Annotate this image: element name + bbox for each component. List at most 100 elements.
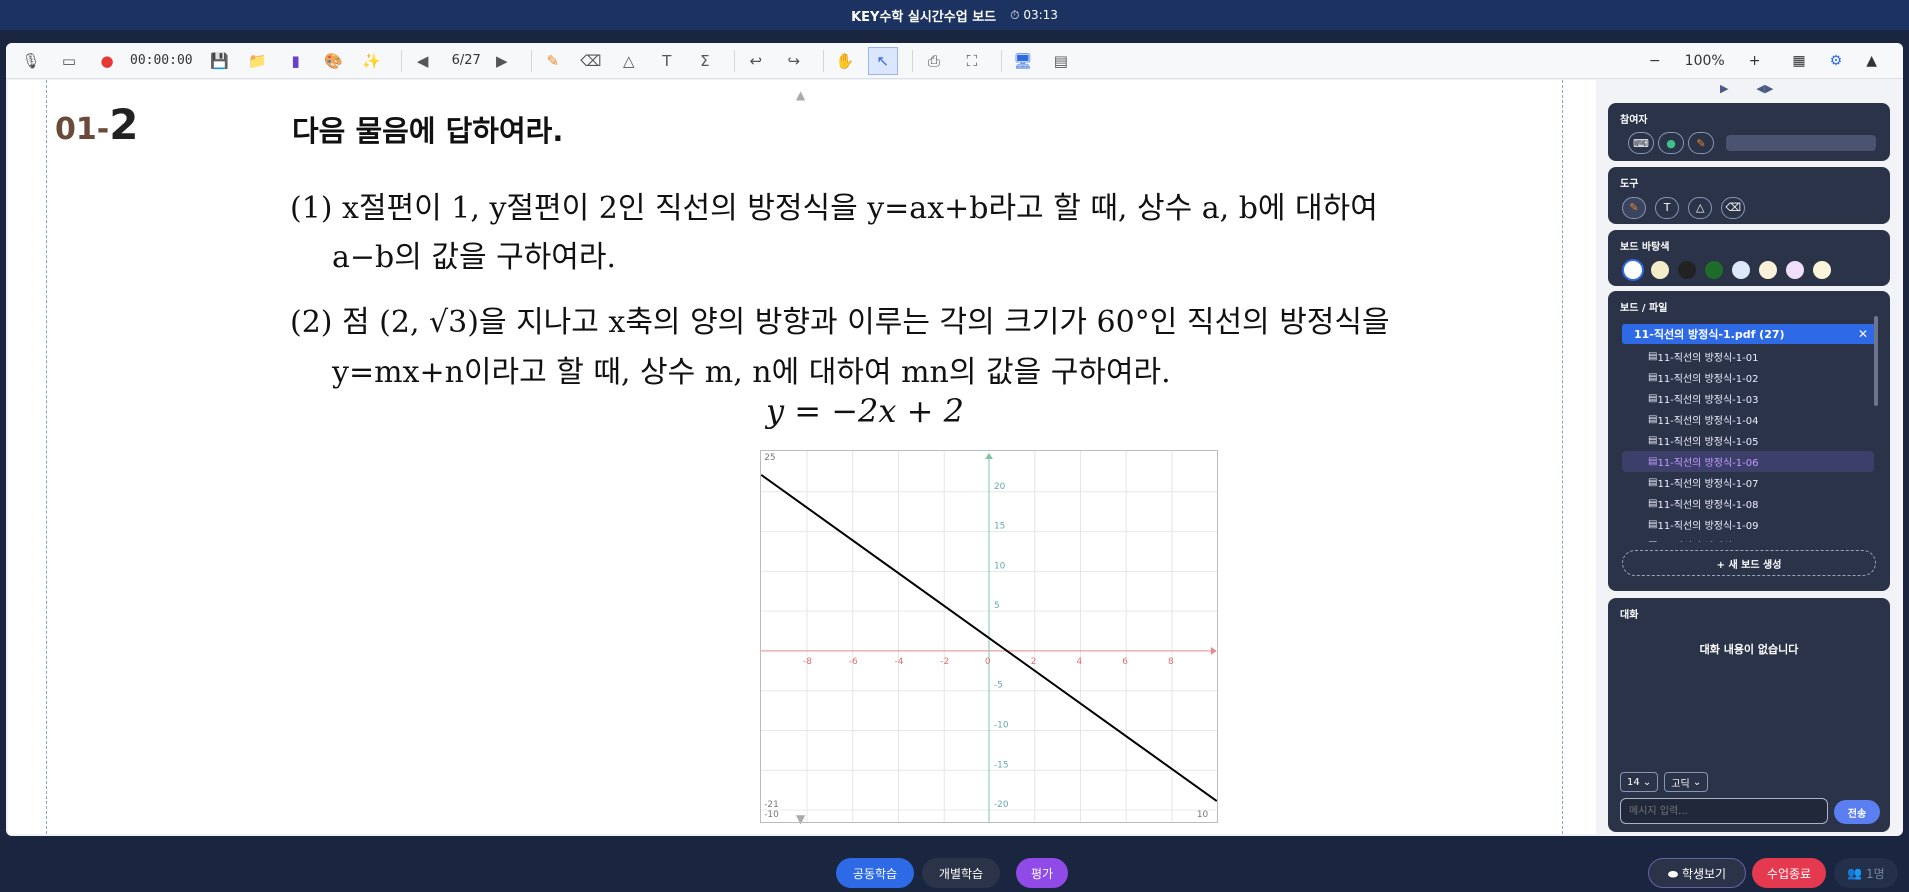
file-page-item[interactable]: ▤ 11-직선의 방정식-1-09 bbox=[1648, 514, 1890, 535]
x-tick-label: 0 bbox=[985, 657, 991, 667]
close-icon[interactable]: ✕ bbox=[1858, 327, 1868, 341]
graph-corner-br: 10 bbox=[1197, 810, 1209, 820]
file-page-label: 11-직선의 방정식-1-03 bbox=[1657, 395, 1759, 406]
file-page-item[interactable]: ▤ 11-직선의 방정식-1-07 bbox=[1648, 472, 1890, 493]
participant-count: 👥 1명 bbox=[1834, 858, 1898, 888]
magic-icon[interactable]: ✨ bbox=[357, 47, 387, 75]
bg-color-swatch[interactable] bbox=[1622, 259, 1644, 281]
file-page-item[interactable]: ▤ 11-직선의 방정식-1-08 bbox=[1648, 493, 1890, 514]
bg-color-swatch[interactable] bbox=[1730, 259, 1752, 281]
file-scrollbar[interactable] bbox=[1874, 316, 1878, 406]
bg-color-swatch[interactable] bbox=[1757, 259, 1779, 281]
file-page-item[interactable]: ▤ 11-직선의 방정식-1-04 bbox=[1648, 409, 1890, 430]
save-icon[interactable]: 💾 bbox=[205, 47, 235, 75]
session-timer: ⏱ 03:13 bbox=[1010, 7, 1058, 22]
zoom-in-button[interactable]: + bbox=[1749, 53, 1761, 69]
sigma-icon[interactable]: Σ bbox=[690, 47, 720, 75]
file-icon: ▤ bbox=[1648, 393, 1658, 404]
font-size-value: 14 bbox=[1627, 776, 1640, 788]
new-board-button[interactable]: + 새 보드 생성 bbox=[1622, 550, 1876, 576]
fullscreen-icon[interactable]: ⛶ bbox=[957, 47, 987, 75]
grid-icon[interactable]: ▦ bbox=[1792, 53, 1805, 69]
bg-color-swatch[interactable] bbox=[1649, 259, 1671, 281]
bg-color-swatch[interactable] bbox=[1811, 259, 1833, 281]
bg-color-swatch[interactable] bbox=[1784, 259, 1806, 281]
file-page-item[interactable]: ▤ 11-직선의 방정식-1-10 bbox=[1648, 535, 1890, 542]
font-family-select[interactable]: 고딕 ⌄ bbox=[1664, 772, 1709, 792]
text-tool-icon[interactable]: T bbox=[1655, 196, 1680, 219]
undo-icon[interactable]: ↩ bbox=[741, 47, 771, 75]
print-icon[interactable]: ⎙ bbox=[919, 47, 949, 75]
shape-icon[interactable]: △ bbox=[614, 47, 644, 75]
file-page-item[interactable]: ▤ 11-직선의 방정식-1-01 bbox=[1648, 346, 1890, 367]
file-icon: ▤ bbox=[1648, 414, 1658, 425]
y-tick-label: -10 bbox=[994, 721, 1009, 731]
font-size-select[interactable]: 14 ⌄ bbox=[1620, 772, 1659, 792]
settings-icon[interactable]: ⚙ bbox=[1830, 53, 1843, 69]
file-pdf-item[interactable]: 11-직선의 방정식-1.pdf (27) ✕ bbox=[1622, 324, 1876, 344]
file-page-item[interactable]: ▤ 11-직선의 방정식-1-03 bbox=[1648, 388, 1890, 409]
end-class-button[interactable]: 수업종료 bbox=[1752, 858, 1826, 888]
pen-small-icon[interactable]: ✎ bbox=[1688, 132, 1714, 154]
collapse-icon[interactable]: ▲ bbox=[1866, 53, 1877, 69]
margin-guide-right bbox=[1562, 80, 1563, 834]
chevron-down-icon: ⌄ bbox=[1689, 776, 1702, 788]
palette-icon[interactable]: 🎨 bbox=[319, 47, 349, 75]
file-page-label: 11-직선의 방정식-1-01 bbox=[1657, 353, 1759, 364]
mic-icon[interactable]: 🎙 bbox=[16, 47, 46, 75]
eraser-tool-icon[interactable]: ⌫ bbox=[1721, 196, 1746, 219]
app-title: KEY수학 실시간수업 보드 bbox=[851, 9, 997, 25]
chat-empty-message: 대화 내용이 없습니다 bbox=[1699, 643, 1799, 656]
redo-icon[interactable]: ↪ bbox=[779, 47, 809, 75]
file-icon: ▤ bbox=[1648, 456, 1658, 467]
file-page-item[interactable]: ▤ 11-직선의 방정식-1-02 bbox=[1648, 367, 1890, 388]
folder-icon[interactable]: 📁 bbox=[243, 47, 273, 75]
pointer-icon[interactable]: ↖ bbox=[867, 46, 898, 75]
scroll-up-icon[interactable]: ▲ bbox=[796, 88, 805, 102]
graph: -8 -6 -4 -2 0 2 4 6 8 2015105-5-10-15-20 25 -21 … bbox=[760, 450, 1218, 823]
x-tick-label: 4 bbox=[1077, 657, 1083, 667]
send-button[interactable]: 전송 bbox=[1834, 800, 1880, 824]
text-icon[interactable]: T bbox=[652, 47, 682, 75]
pen-icon[interactable]: ✎ bbox=[538, 47, 568, 75]
hand-icon[interactable]: ✋ bbox=[830, 47, 860, 75]
font-family-value: 고딕 bbox=[1671, 778, 1690, 790]
eraser-icon[interactable]: ⌫ bbox=[576, 47, 606, 75]
file-page-label: 11-직선의 방정식-1-04 bbox=[1657, 416, 1759, 427]
file-page-item[interactable]: ▤ 11-직선의 방정식-1-05 bbox=[1648, 430, 1890, 451]
screen-share-icon[interactable]: 🖥 bbox=[1008, 47, 1038, 75]
toolbar: 🎙 ▭ ● 00:00:00 💾 📁 ▮ 🎨 ✨ ◀ 6/27 ▶ ✎ ⌫ △ … bbox=[6, 43, 1903, 79]
camera-icon[interactable]: ▭ bbox=[54, 47, 84, 75]
question-2-line-2: y=mx+n이라고 할 때, 상수 m, n에 대하여 mn의 값을 구하여라. bbox=[332, 355, 1171, 390]
book-icon[interactable]: ▮ bbox=[281, 47, 311, 75]
zoom-out-button[interactable]: − bbox=[1649, 53, 1661, 69]
bg-color-swatch[interactable] bbox=[1703, 259, 1725, 281]
individual-learning-button[interactable]: 개별학습 bbox=[922, 858, 1000, 888]
bg-color-panel: 보드 바탕색 bbox=[1608, 230, 1890, 286]
student-view-button[interactable]: ⬬ 학생보기 bbox=[1648, 858, 1746, 888]
problem-number-prefix: 01- bbox=[55, 112, 110, 147]
next-page-icon[interactable]: ▶ bbox=[487, 47, 517, 75]
keyboard-icon[interactable]: ⌨ bbox=[1628, 132, 1654, 154]
pen-tool-icon[interactable]: ✎ bbox=[1622, 196, 1646, 219]
tools-heading: 도구 bbox=[1620, 179, 1639, 190]
chevron-down-icon: ⌄ bbox=[1639, 776, 1652, 788]
y-tick-label: 20 bbox=[994, 482, 1006, 492]
shape-tool-icon[interactable]: △ bbox=[1688, 196, 1713, 219]
file-icon: ▤ bbox=[1648, 540, 1657, 542]
page-indicator: 6/27 bbox=[451, 53, 481, 68]
prev-page-icon[interactable]: ◀ bbox=[408, 47, 438, 75]
capture-icon[interactable]: ▤ bbox=[1046, 47, 1076, 75]
chat-input[interactable] bbox=[1620, 798, 1828, 824]
problem-number-main: 2 bbox=[109, 100, 139, 149]
users-icon: 👥 bbox=[1847, 866, 1867, 880]
file-page-item[interactable]: ▤ 11-직선의 방정식-1-06 bbox=[1622, 451, 1874, 472]
sidebar-toggle[interactable]: ▶ ◀▶ bbox=[1720, 82, 1773, 95]
file-page-label: 11-직선의 방정식-1-02 bbox=[1657, 374, 1759, 385]
record-icon[interactable]: ● bbox=[92, 47, 122, 75]
bg-color-swatch[interactable] bbox=[1676, 259, 1698, 281]
evaluation-button[interactable]: 평가 bbox=[1016, 858, 1068, 888]
graph-corner-bl: -21 bbox=[764, 800, 779, 810]
common-learning-button[interactable]: 공동학습 bbox=[836, 858, 914, 888]
mic-small-icon[interactable]: ● bbox=[1658, 132, 1684, 154]
